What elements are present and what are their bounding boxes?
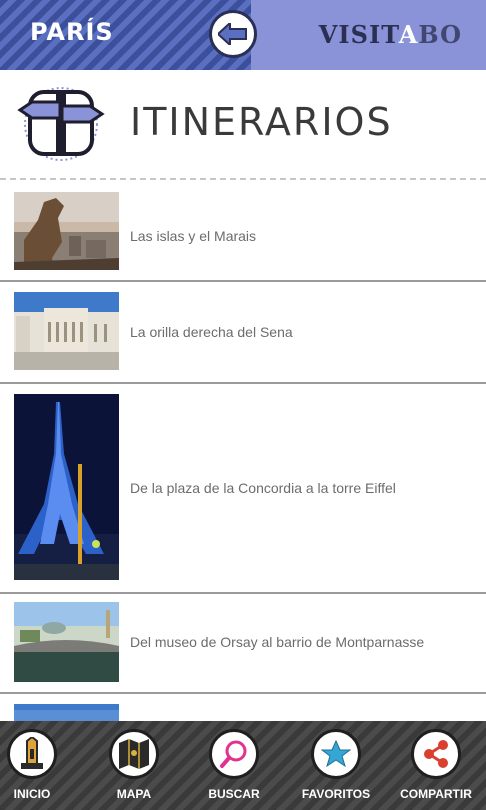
itinerary-label: La orilla derecha del Sena — [130, 324, 293, 340]
dashed-divider — [0, 178, 486, 180]
tab-compartir[interactable]: COMPARTIR — [396, 729, 476, 809]
tab-inicio-label: INICIO — [13, 787, 51, 801]
arrow-left-icon — [218, 23, 247, 45]
star-icon — [321, 739, 351, 768]
brand-logo: VISITABO — [319, 20, 462, 49]
city-title: PARÍS — [30, 18, 114, 46]
brand-part-1: VISIT — [318, 20, 399, 49]
thumbnail-eiffel-tower-image — [14, 394, 119, 580]
thumbnail-louvre-image — [14, 292, 119, 370]
tab-mapa[interactable]: MAPA — [94, 729, 174, 809]
section-title: ITINERARIOS — [130, 100, 393, 144]
bottom-tab-bar: INICIO MAPA BUSCAR FAVORITOS COMPARTIR — [0, 721, 486, 810]
tab-buscar-label: BUSCAR — [208, 787, 260, 801]
tab-buscar[interactable]: BUSCAR — [194, 729, 274, 809]
map-icon — [119, 739, 149, 769]
list-item[interactable]: Del museo de Orsay al barrio de Montparn… — [0, 594, 486, 694]
list-item[interactable]: De la plaza de la Concordia a la torre E… — [0, 384, 486, 594]
tab-buscar-button — [209, 729, 259, 779]
home-tower-icon — [21, 737, 43, 769]
section-header: ITINERARIOS — [0, 70, 486, 178]
back-button[interactable] — [209, 10, 257, 58]
signpost-icon — [17, 87, 105, 161]
list-item[interactable]: La orilla derecha del Sena — [0, 282, 486, 384]
thumbnail-gargoyle-image — [14, 192, 119, 270]
tab-favoritos-button — [311, 729, 361, 779]
tab-compartir-button — [411, 729, 461, 779]
list-item[interactable]: Las islas y el Marais — [0, 188, 486, 282]
tab-mapa-label: MAPA — [116, 787, 152, 801]
tab-inicio[interactable]: INICIO — [0, 729, 72, 809]
tab-favoritos-label: FAVORITOS — [301, 787, 371, 801]
tab-mapa-button — [109, 729, 159, 779]
top-bar: PARÍS VISITABO — [0, 0, 486, 70]
itinerary-label: Las islas y el Marais — [130, 228, 257, 244]
itinerary-label: Del museo de Orsay al barrio de Montparn… — [130, 634, 425, 650]
tab-inicio-button — [7, 729, 57, 779]
search-icon — [220, 740, 247, 768]
brand-part-3: BO — [418, 20, 462, 49]
itinerary-label: De la plaza de la Concordia a la torre E… — [130, 480, 396, 496]
tab-compartir-label: COMPARTIR — [400, 787, 472, 801]
thumbnail-bridge-image — [14, 602, 119, 682]
brand-part-2: A — [398, 20, 419, 49]
share-icon — [424, 740, 448, 768]
tab-favoritos[interactable]: FAVORITOS — [296, 729, 376, 809]
